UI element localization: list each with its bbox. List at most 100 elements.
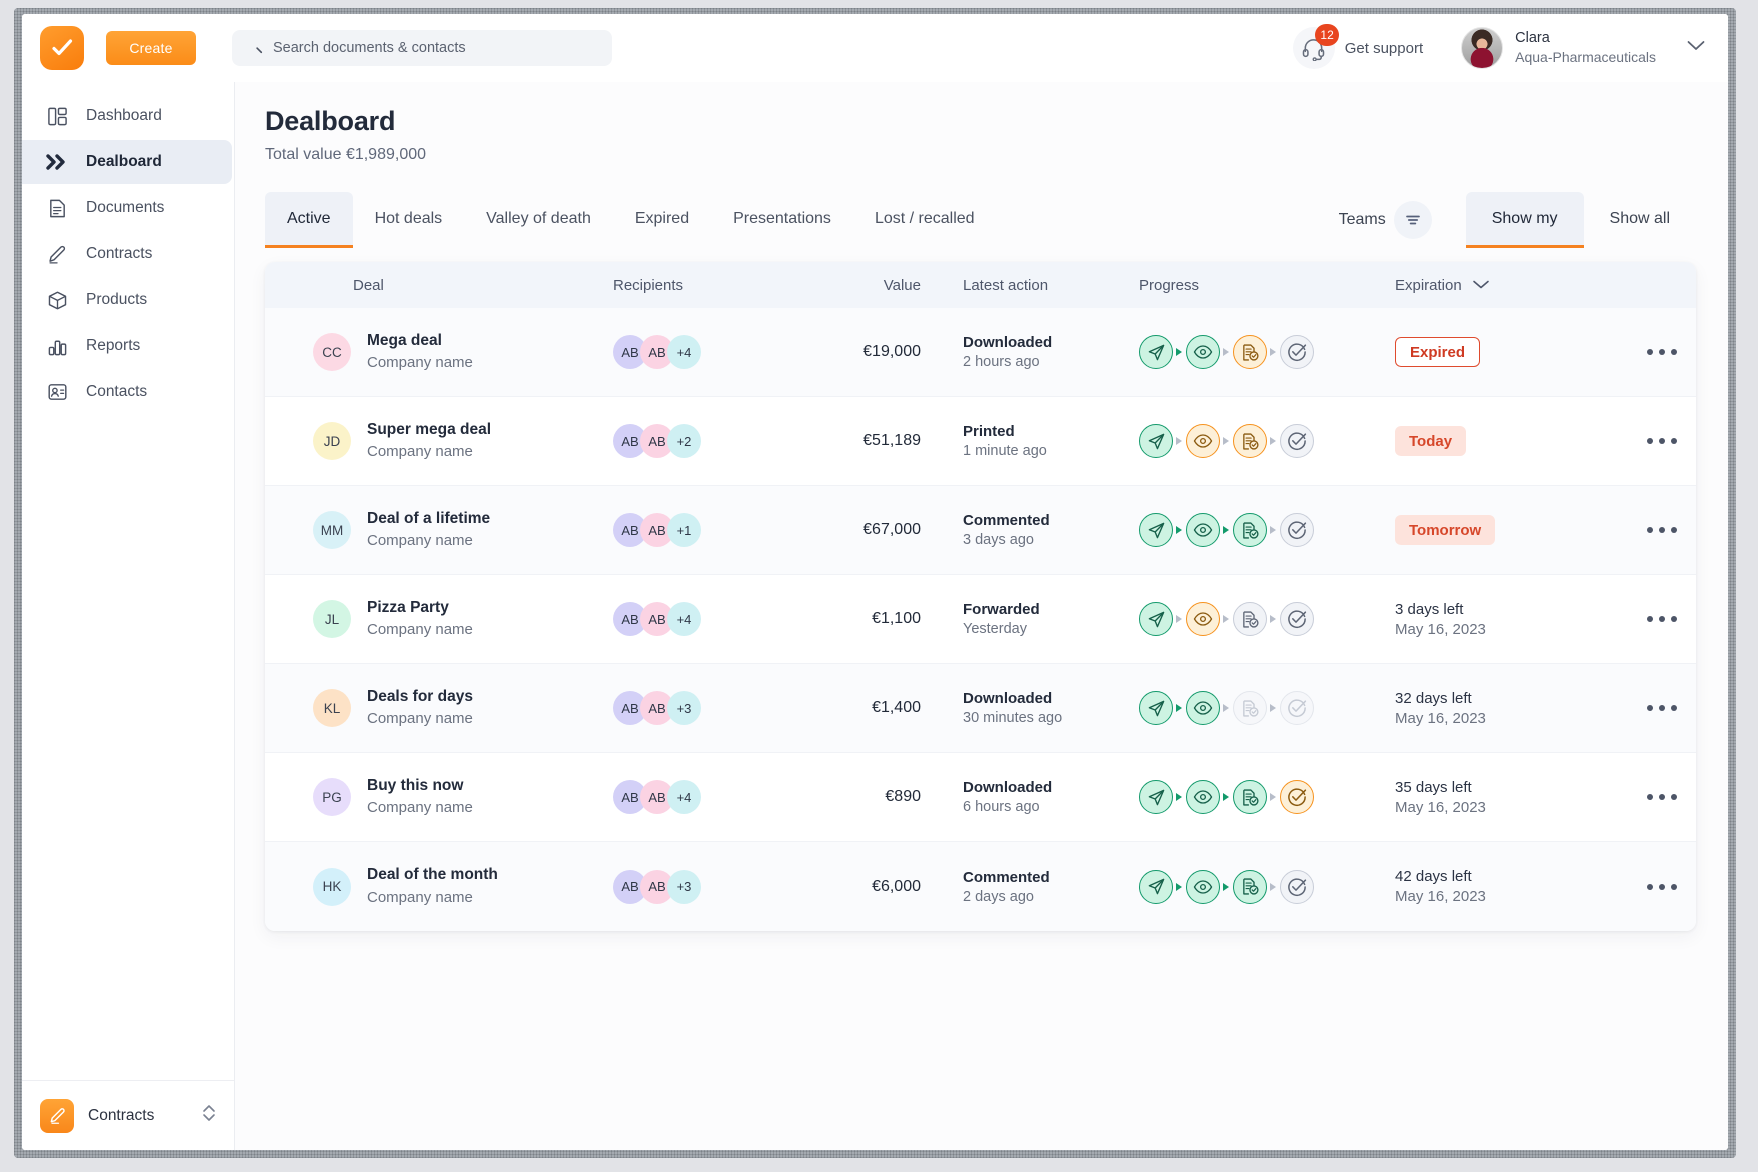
progress-step-send-icon[interactable] [1139,780,1173,814]
progress-step-document-check-icon[interactable] [1233,335,1267,369]
progress-step-send-icon[interactable] [1139,691,1173,725]
sidebar-item-dashboard[interactable]: Dashboard [22,94,232,138]
sidebar-item-documents[interactable]: Documents [22,186,232,230]
search-box[interactable] [232,30,612,66]
recipient-avatar-group[interactable]: AB AB +4 [613,602,701,636]
sidebar-item-contacts[interactable]: Contacts [22,370,232,414]
tab-valley-of-death[interactable]: Valley of death [464,192,613,248]
column-header-progress[interactable]: Progress [1117,277,1367,294]
recipient-overflow-count[interactable]: +4 [667,335,701,369]
progress-step-eye-icon[interactable] [1186,602,1220,636]
ellipsis-icon[interactable] [1639,608,1685,630]
deal-name[interactable]: Super mega deal [367,419,491,441]
sidebar-item-reports[interactable]: Reports [22,324,232,368]
sidebar-item-contracts[interactable]: Contracts [22,232,232,276]
progress-step-check-circle-icon[interactable] [1280,602,1314,636]
progress-step-check-circle-icon[interactable] [1280,424,1314,458]
column-header-recipients[interactable]: Recipients [613,277,789,294]
progress-step-document-check-icon[interactable] [1233,869,1267,904]
progress-step-document-check-icon[interactable] [1233,602,1267,636]
recipient-avatar-group[interactable]: AB AB +1 [613,513,701,547]
table-row[interactable]: PG Buy this now Company name AB AB +4 €890 Down… [265,753,1696,842]
column-header-latest-action[interactable]: Latest action [921,277,1117,294]
progress-step-document-check-icon[interactable] [1233,424,1267,458]
progress-step-send-icon[interactable] [1139,869,1173,904]
segment-show-my[interactable]: Show my [1465,192,1584,248]
tab-expired[interactable]: Expired [613,192,711,248]
ellipsis-icon[interactable] [1639,876,1685,898]
progress-step-check-circle-icon[interactable] [1280,513,1314,547]
check-badge-logo-icon[interactable] [40,26,84,70]
recipient-overflow-count[interactable]: +1 [667,513,701,547]
tab-lost-recalled[interactable]: Lost / recalled [853,192,997,248]
recipient-overflow-count[interactable]: +4 [667,602,701,636]
tab-active[interactable]: Active [265,192,353,248]
chevron-down-icon[interactable] [1686,39,1706,57]
deal-name[interactable]: Pizza Party [367,597,473,619]
search-input[interactable] [273,40,598,56]
column-header-expiration[interactable]: Expiration [1367,277,1603,294]
recipient-overflow-count[interactable]: +3 [667,691,701,725]
table-row[interactable]: JL Pizza Party Company name AB AB +4 €1,100 For… [265,575,1696,664]
recipient-avatar-group[interactable]: AB AB +4 [613,335,701,369]
table-row[interactable]: HK Deal of the month Company name AB AB +3 €6,… [265,842,1696,931]
teams-filter[interactable]: Teams [1339,192,1466,248]
progress-step-document-check-icon[interactable] [1233,691,1267,725]
progress-step-send-icon[interactable] [1139,602,1173,636]
deal-avatar: PG [313,778,351,816]
tab-presentations[interactable]: Presentations [711,192,853,248]
deal-avatar-initials: JD [323,433,341,449]
progress-step-document-check-icon[interactable] [1233,780,1267,814]
up-down-chevron-icon[interactable] [200,1100,218,1131]
recipient-overflow-count[interactable]: +3 [667,869,701,904]
ellipsis-icon[interactable] [1639,519,1685,541]
recipient-avatar-group[interactable]: AB AB +3 [613,691,701,725]
recipient-overflow-count[interactable]: +2 [667,424,701,458]
progress-step-eye-icon[interactable] [1186,424,1220,458]
ellipsis-icon[interactable] [1639,697,1685,719]
tab-hot-deals[interactable]: Hot deals [353,192,465,248]
user-menu[interactable]: Clara Aqua-Pharmaceuticals [1457,27,1706,69]
deal-name[interactable]: Buy this now [367,775,473,797]
progress-step-send-icon[interactable] [1139,513,1173,547]
deal-name[interactable]: Deal of a lifetime [367,508,490,530]
deals-table: Deal Recipients Value Latest action Prog… [265,262,1696,931]
progress-step-send-icon[interactable] [1139,424,1173,458]
ellipsis-icon[interactable] [1639,430,1685,452]
progress-step-eye-icon[interactable] [1186,513,1220,547]
get-support-button[interactable]: 12 Get support [1292,24,1457,69]
progress-step-eye-icon[interactable] [1186,780,1220,814]
recipient-avatar-group[interactable]: AB AB +2 [613,424,701,458]
progress-step-eye-icon[interactable] [1186,335,1220,369]
progress-step-check-circle-icon[interactable] [1280,869,1314,904]
progress-step-check-circle-icon[interactable] [1280,691,1314,725]
progress-step-check-circle-icon[interactable] [1280,335,1314,369]
table-row[interactable]: JD Super mega deal Company name AB AB +2 €51,1… [265,397,1696,486]
chevron-down-icon[interactable] [1472,277,1490,294]
sidebar-contracts-widget[interactable]: Contracts [22,1080,234,1150]
progress-step-document-check-icon[interactable] [1233,513,1267,547]
filter-icon[interactable] [1393,201,1432,239]
segment-show-all[interactable]: Show all [1584,192,1696,248]
progress-step-eye-icon[interactable] [1186,691,1220,725]
recipient-avatar-group[interactable]: AB AB +3 [613,869,701,904]
table-row[interactable]: CC Mega deal Company name AB AB +4 €19,000 Down… [265,308,1696,397]
recipient-overflow-count[interactable]: +4 [667,780,701,814]
column-header-value[interactable]: Value [789,277,921,294]
sidebar-item-dealboard[interactable]: Dealboard [22,140,232,184]
sidebar-item-products[interactable]: Products [22,278,232,322]
deal-name[interactable]: Deals for days [367,686,473,708]
column-header-deal[interactable]: Deal [265,277,613,294]
table-row[interactable]: KL Deals for days Company name AB AB +3 €1,400… [265,664,1696,753]
deal-avatar-initials: JL [324,611,340,627]
table-row[interactable]: MM Deal of a lifetime Company name AB AB +1 €6… [265,486,1696,575]
progress-step-check-circle-icon[interactable] [1280,780,1314,814]
deal-name[interactable]: Deal of the month [367,864,498,886]
ellipsis-icon[interactable] [1639,786,1685,808]
recipient-avatar-group[interactable]: AB AB +4 [613,780,701,814]
ellipsis-icon[interactable] [1639,341,1685,363]
progress-step-eye-icon[interactable] [1186,869,1220,904]
deal-name[interactable]: Mega deal [367,330,473,352]
progress-step-send-icon[interactable] [1139,335,1173,369]
create-button[interactable]: Create [106,31,196,65]
